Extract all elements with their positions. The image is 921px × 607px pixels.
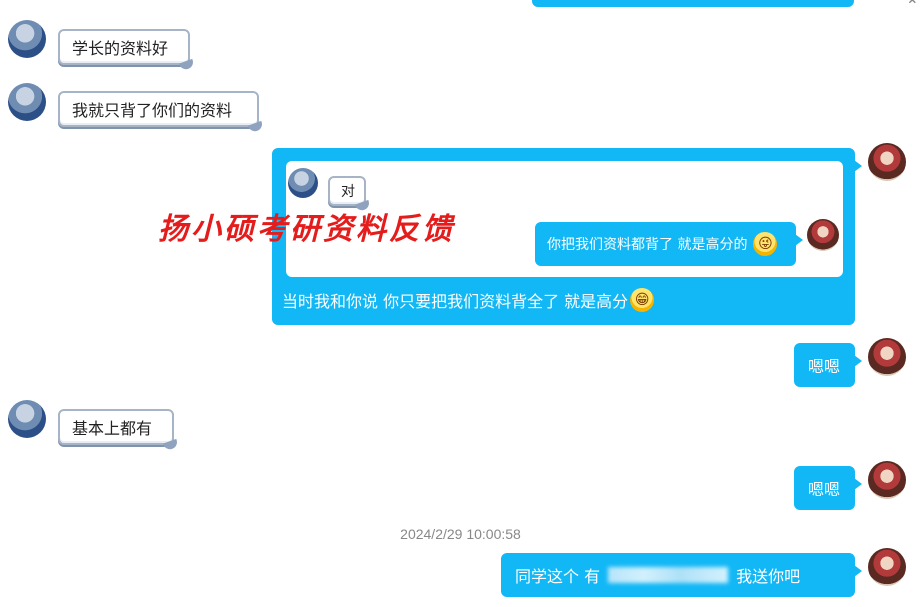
bubble-tail	[795, 234, 803, 246]
quote-main-line: 当时我和你说 你只要把我们资料背全了 就是高分 😁	[282, 288, 655, 312]
avatar[interactable]	[868, 548, 906, 586]
message-bubble: 我就只背了你们的资料	[58, 91, 259, 127]
avatar[interactable]	[8, 400, 46, 438]
watermark: 扬小硕考研资料反馈	[158, 212, 455, 247]
message-bubble: 嗯嗯	[794, 466, 862, 510]
bubble-tail	[854, 565, 862, 577]
message-text: 学长的资料好	[72, 39, 169, 58]
message-text: 基本上都有	[72, 419, 153, 438]
timestamp: 2024/2/29 10:00:58	[400, 526, 521, 542]
quoted-self-bubble: 你把我们资料都背了 就是高分的 😜	[535, 222, 803, 266]
avatar[interactable]	[868, 143, 906, 181]
quoted-text: 你把我们资料都背了 就是高分的	[547, 237, 748, 253]
avatar[interactable]	[868, 461, 906, 499]
avatar[interactable]	[8, 20, 46, 58]
message-bubble: 基本上都有	[58, 409, 174, 445]
avatar	[807, 219, 839, 251]
message-text: 嗯嗯	[808, 480, 841, 499]
avatar	[288, 168, 318, 198]
close-icon[interactable]: ⌃	[906, 0, 919, 15]
message-text: 我送你吧	[736, 567, 801, 586]
bubble-tail	[854, 478, 862, 490]
avatar[interactable]	[8, 83, 46, 121]
message-text: 当时我和你说 你只要把我们资料背全了 就是高分	[282, 292, 629, 311]
redacted-text	[608, 567, 729, 583]
grin-emoji-icon: 😁	[630, 288, 655, 312]
grinning-tongue-emoji-icon: 😜	[753, 232, 778, 256]
avatar[interactable]	[868, 338, 906, 376]
message-text: 对	[341, 184, 355, 200]
message-bubble: 同学这个 有 我送你吧	[501, 553, 862, 597]
message-bubble: 学长的资料好	[58, 29, 190, 65]
message-bubble: 嗯嗯	[794, 343, 862, 387]
partial-self-bubble	[532, 0, 854, 7]
message-text: 我就只背了你们的资料	[72, 101, 233, 120]
quoted-inner-bubble: 对	[328, 176, 366, 206]
message-text: 同学这个 有	[515, 567, 601, 586]
bubble-tail	[854, 355, 862, 367]
bubble-tail	[854, 160, 862, 172]
message-text: 嗯嗯	[808, 357, 841, 376]
